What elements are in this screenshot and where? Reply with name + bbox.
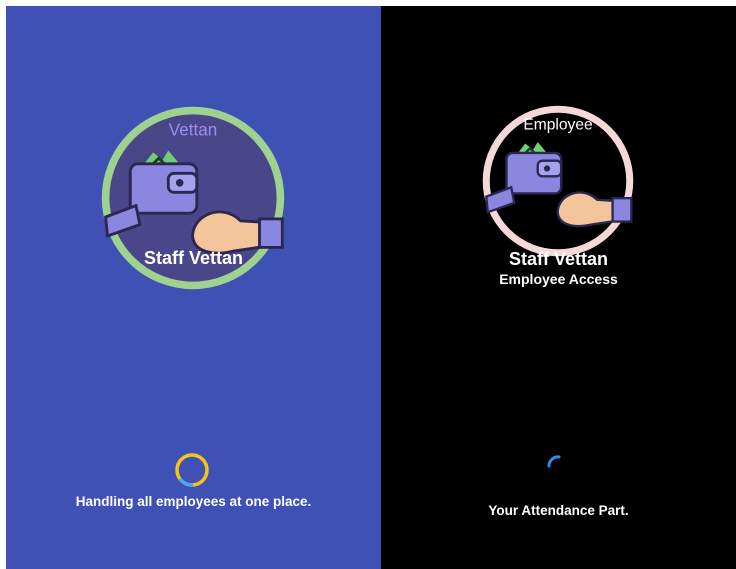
loading-spinner-icon — [546, 454, 570, 478]
admin-splash-screen: Vettan Staff Vettan Handling all employe… — [6, 6, 381, 569]
logo-label: Employee — [523, 117, 592, 134]
employee-splash-screen: Employee Staff Vettan Employee Access Yo… — [381, 6, 736, 569]
app-name: Staff Vettan — [508, 249, 609, 269]
tagline: Your Attendance Part. — [488, 503, 629, 518]
app-name: Staff Vettan — [143, 248, 244, 268]
app-subtitle: Employee Access — [499, 271, 618, 287]
wallet-hand-icon: Employee — [482, 105, 634, 257]
app-logo: Employee — [480, 103, 636, 259]
screenshot-frame: Vettan Staff Vettan Handling all employe… — [0, 0, 736, 569]
loading-spinner-icon — [174, 452, 210, 488]
logo-label: Vettan — [169, 120, 217, 139]
tagline: Handling all employees at one place. — [75, 494, 312, 509]
